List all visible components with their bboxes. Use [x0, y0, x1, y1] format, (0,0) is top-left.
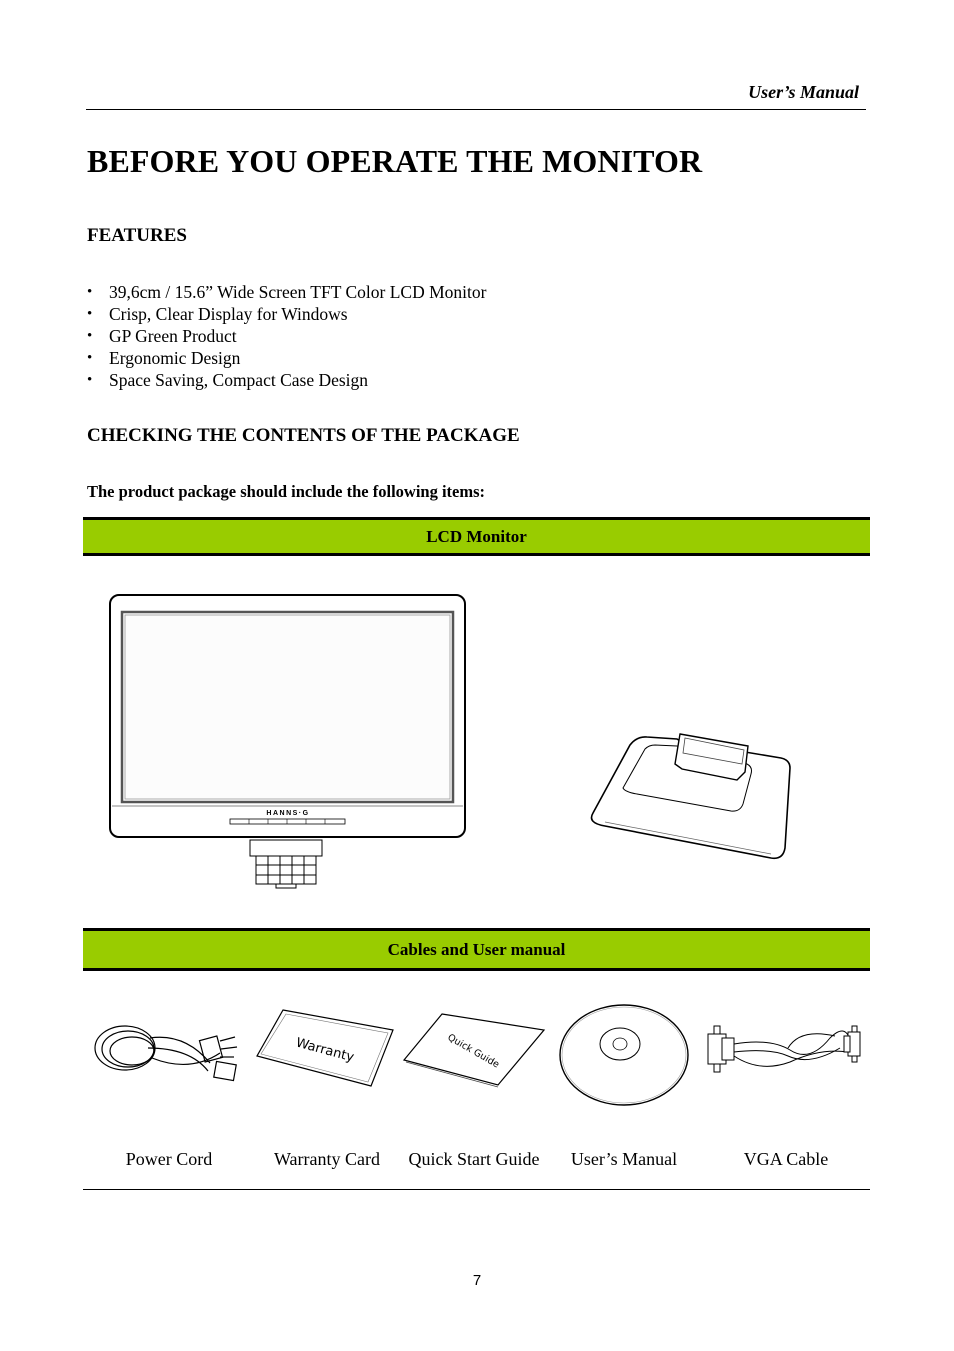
list-item: Ergonomic Design: [87, 347, 486, 369]
running-header: User’s Manual: [748, 82, 859, 102]
package-intro: The product package should include the f…: [87, 482, 486, 501]
accessory-label-power-cord: Power Cord: [125, 1149, 213, 1169]
stand-base-icon: [590, 733, 791, 860]
brand-logo: HANNS·G: [266, 810, 309, 817]
section-band-cables: Cables and User manual: [83, 928, 870, 971]
features-list: 39,6cm / 15.6” Wide Screen TFT Color LCD…: [87, 281, 486, 391]
header-divider: [86, 109, 866, 110]
section-band-lcd-monitor: LCD Monitor: [83, 517, 870, 556]
features-heading: FEATURES: [87, 225, 187, 246]
accessory-label-users-manual: User’s Manual: [570, 1149, 678, 1169]
section-band-title: LCD Monitor: [426, 526, 527, 546]
power-cord-icon: [94, 1025, 238, 1082]
monitor-icon: HANNS·G: [109, 594, 466, 889]
accessory-label-quick-start-guide: Quick Start Guide: [408, 1149, 540, 1169]
list-item: Space Saving, Compact Case Design: [87, 369, 486, 391]
warranty-card-icon: Warranty: [256, 1009, 394, 1087]
quick-guide-icon: Quick Guide: [402, 1013, 546, 1088]
cd-disc-icon: [559, 1004, 689, 1106]
accessory-label-vga-cable: VGA Cable: [743, 1149, 829, 1169]
bottom-divider: [83, 1189, 870, 1190]
list-item: 39,6cm / 15.6” Wide Screen TFT Color LCD…: [87, 281, 486, 303]
accessory-label-warranty-card: Warranty Card: [273, 1149, 380, 1169]
package-heading: CHECKING THE CONTENTS OF THE PACKAGE: [87, 425, 520, 446]
page-title: BEFORE YOU OPERATE THE MONITOR: [87, 143, 703, 179]
list-item: GP Green Product: [87, 325, 486, 347]
section-band-title: Cables and User manual: [387, 939, 566, 959]
list-item: Crisp, Clear Display for Windows: [87, 303, 486, 325]
page-number: 7: [472, 1272, 482, 1289]
vga-cable-icon: [707, 1025, 861, 1073]
